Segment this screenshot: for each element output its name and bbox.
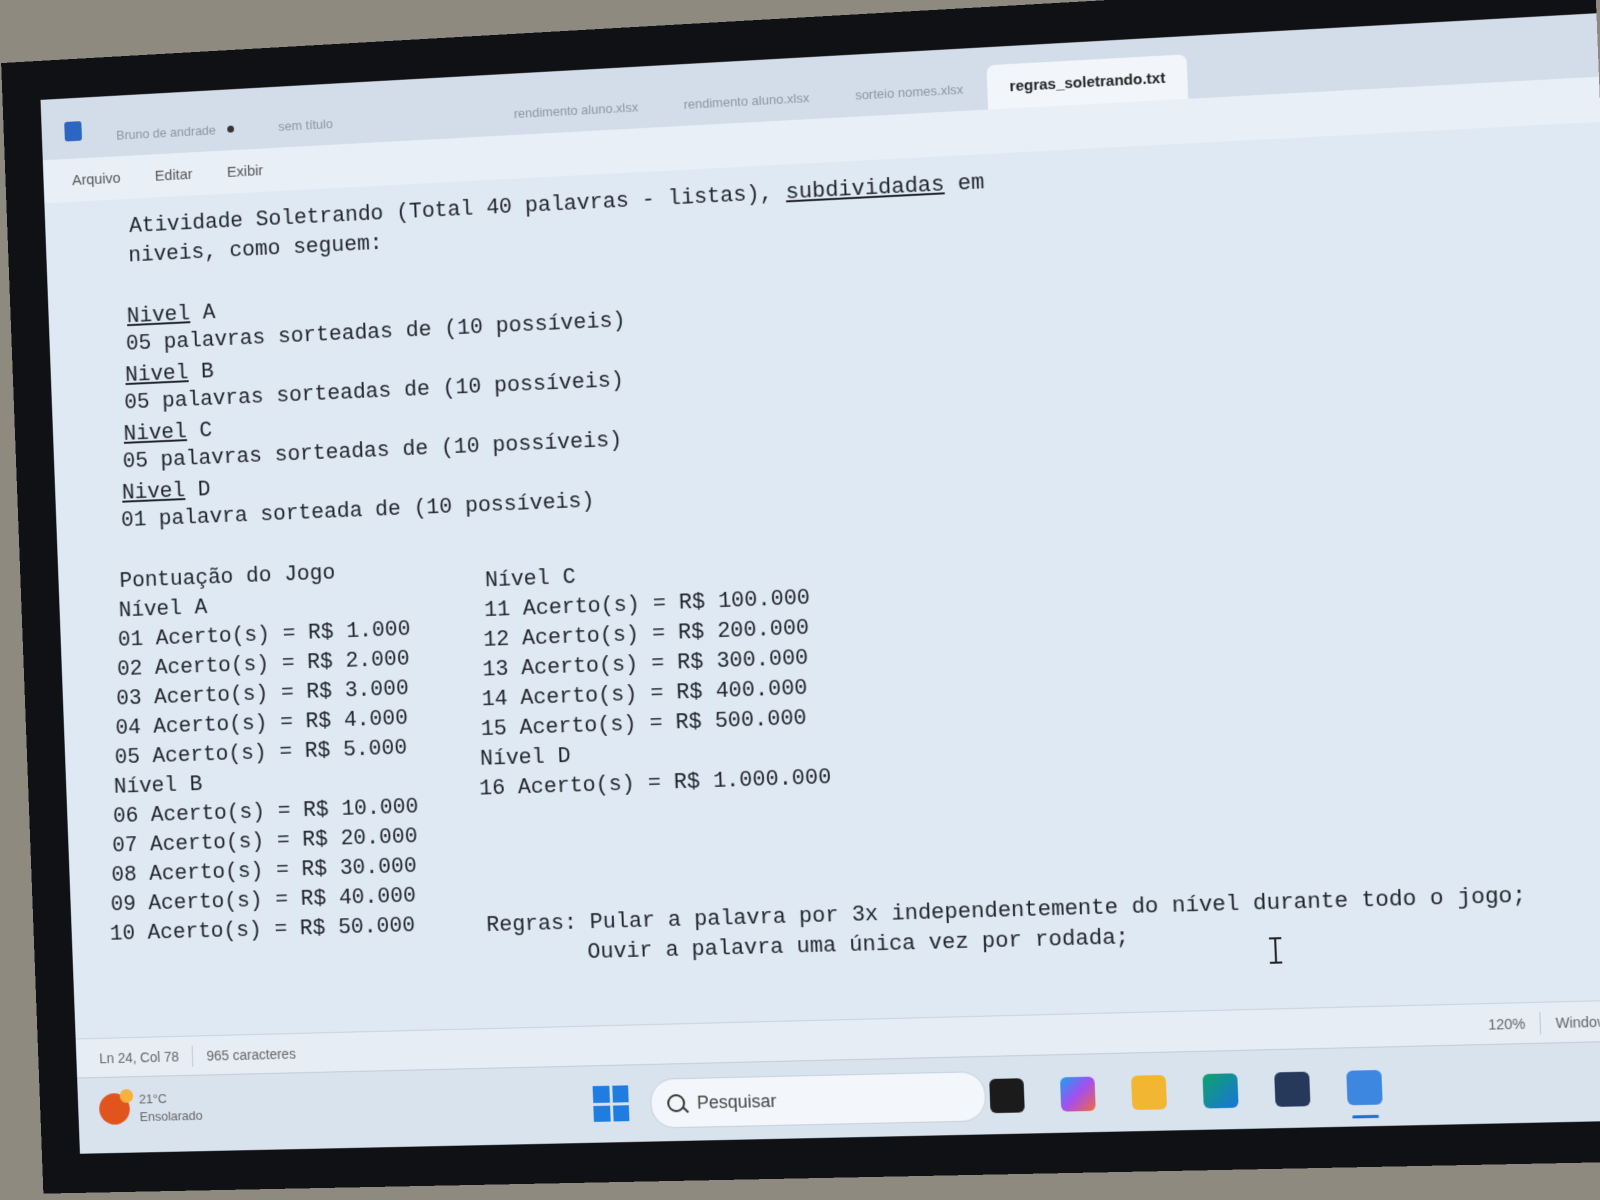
tab-label: Bruno de andrade (115, 122, 217, 143)
score-level-heading: Nível B (113, 772, 203, 800)
unsaved-dot-icon (227, 124, 235, 133)
weather-desc: Ensolarado (139, 1107, 203, 1125)
weather-widget[interactable]: 21°C Ensolarado (98, 1089, 203, 1127)
status-divider (1539, 1011, 1542, 1035)
weather-icon (98, 1092, 131, 1125)
monitor-frame: Bruno de andrade sem título rendimento a… (1, 0, 1600, 1194)
windows-start-icon[interactable] (592, 1085, 630, 1122)
store-icon[interactable] (1274, 1071, 1311, 1107)
level-letter: B (187, 359, 215, 386)
tab-label: rendimento aluno.xlsx (683, 89, 810, 112)
status-divider (191, 1045, 194, 1067)
level-word: Nivel (123, 419, 188, 447)
tab-label: rendimento aluno.xlsx (513, 98, 639, 121)
level-word: Nivel (121, 478, 186, 506)
score-level-heading: Nível A (118, 595, 208, 624)
char-count: 965 caracteres (206, 1045, 297, 1064)
tab-label: regras_soletrando.txt (1009, 69, 1166, 95)
weather-text: 21°C Ensolarado (139, 1089, 203, 1126)
score-level-heading: Nível C (484, 564, 577, 594)
line-ending[interactable]: Windows (1555, 1013, 1600, 1031)
screen: Bruno de andrade sem título rendimento a… (40, 13, 1600, 1154)
weather-temp: 21°C (138, 1091, 168, 1107)
intro-text-end: em (943, 170, 985, 198)
search-box[interactable]: Pesquisar (649, 1071, 987, 1129)
level-word: Nivel (124, 360, 189, 388)
edge-icon[interactable] (1202, 1073, 1239, 1109)
tab-label: sorteio nomes.xlsx (854, 81, 964, 103)
copilot-icon[interactable] (1059, 1076, 1096, 1112)
search-icon (666, 1093, 686, 1113)
task-view-icon[interactable] (989, 1078, 1025, 1114)
file-explorer-icon[interactable] (1131, 1074, 1168, 1111)
menu-edit[interactable]: Editar (155, 166, 193, 185)
level-letter: C (186, 418, 213, 444)
cursor-position: Ln 24, Col 78 (98, 1048, 180, 1067)
tab-untitled[interactable]: sem título (256, 100, 355, 149)
score-level-heading: Nível D (479, 743, 572, 772)
menu-view[interactable]: Exibir (227, 162, 264, 181)
level-letter: A (189, 300, 216, 327)
text-cursor-icon (1274, 937, 1278, 964)
active-app-indicator (1352, 1114, 1380, 1119)
notepad-icon (64, 121, 83, 142)
text-editor[interactable]: Atividade Soletrando (Total 40 palavras … (92, 130, 1600, 1028)
search-placeholder: Pesquisar (696, 1090, 777, 1113)
menu-file[interactable]: Arquivo (72, 169, 121, 188)
level-letter: D (184, 477, 211, 503)
zoom-level[interactable]: 120% (1488, 1015, 1526, 1032)
tab-label: sem título (278, 115, 334, 134)
intro-underlined-word: subdividadas (785, 172, 945, 206)
notepad-taskbar-icon[interactable] (1346, 1069, 1383, 1106)
level-word: Nivel (126, 301, 191, 330)
score-title: Pontuação do Jogo (119, 560, 336, 594)
